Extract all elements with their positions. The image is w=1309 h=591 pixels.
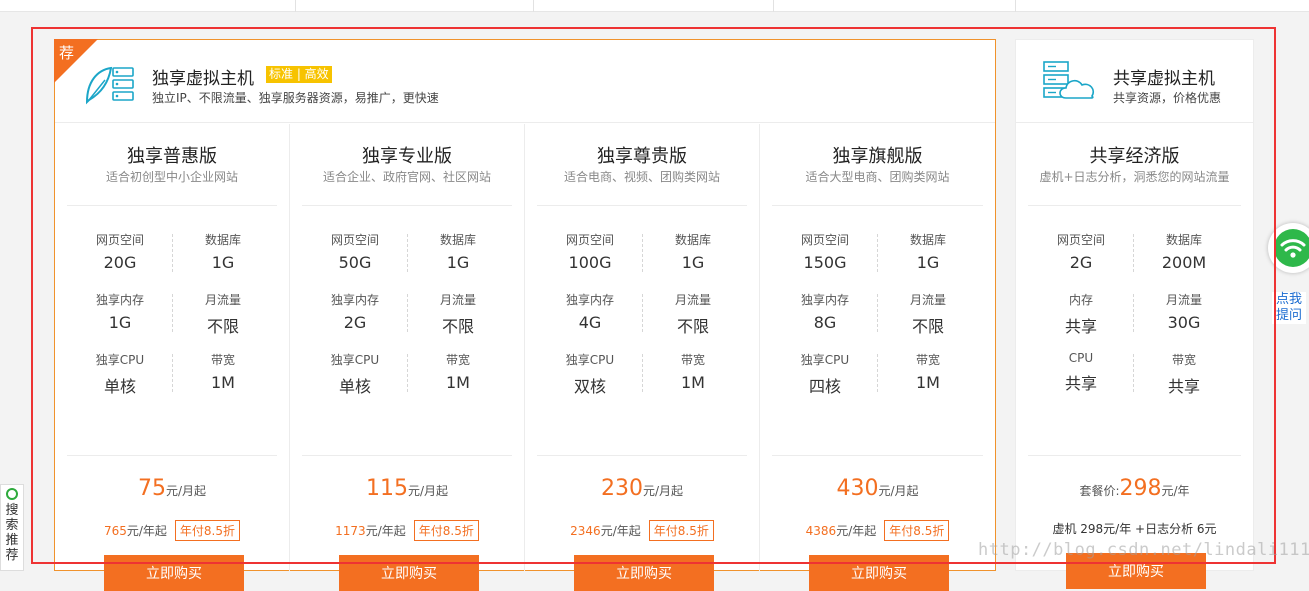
exclusive-hosting-panel: 荐 独享虚拟主机 标准 | 高效 独立IP、不限流量、独享服务器资源，易推广，更…: [54, 39, 996, 591]
search-recommend-label: 搜索推荐: [5, 503, 19, 563]
spec-web-space: 网页空间 150G: [800, 233, 849, 272]
plan-price: 115元/月起: [365, 476, 449, 501]
plan-subtitle: 适合企业、政府官网、社区网站: [322, 170, 491, 184]
plan-subtitle: 适合大型电商、团购类网站: [805, 170, 950, 184]
annual-discount-badge: 年付8.5折: [413, 520, 479, 541]
annual-discount-badge: 年付8.5折: [884, 520, 950, 541]
exclusive-panel-desc: 独立IP、不限流量、独享服务器资源，易推广，更快速: [152, 91, 439, 105]
ask-question-link[interactable]: 点我提问: [1272, 292, 1306, 324]
plan-subtitle: 虚机+日志分析，洞悉您的网站流量: [1039, 170, 1230, 184]
plan-subtitle: 适合电商、视频、团购类网站: [563, 170, 720, 184]
divider: [1028, 205, 1241, 206]
top-nav-strip: [0, 0, 1309, 12]
annual-discount-badge: 年付8.5折: [648, 520, 714, 541]
spec-exclusive-memory: 独享内存 4G: [565, 293, 614, 332]
divider: [537, 205, 747, 206]
spec-memory: 内存 共享: [1064, 293, 1097, 336]
plan-card-premium: 独享尊贵版适合电商、视频、团购类网站网页空间 100G 数据库 1G 独享内存 4G 月流量…: [525, 124, 760, 591]
divider: [772, 205, 983, 206]
plan-card-shared: 共享经济版 虚机+日志分析，洞悉您的网站流量 网页空间 2G 数据库 200M 内存…: [1016, 124, 1253, 589]
spec-monthly-traffic: 月流量 30G: [1165, 293, 1202, 332]
blog-watermark: http://blog.csdn.net/lindali1115: [978, 540, 1309, 560]
spec-database: 数据库 1G: [439, 233, 476, 272]
buy-now-button[interactable]: 立即购买: [104, 555, 244, 591]
plan-price: 230元/月起: [600, 476, 684, 501]
spec-exclusive-cpu: 独享CPU 单核: [330, 353, 380, 396]
search-recommend-tab[interactable]: 搜索推荐: [0, 484, 24, 571]
plan-name: 独享旗舰版: [832, 146, 923, 167]
spec-exclusive-memory: 独享内存 2G: [330, 293, 379, 332]
divider: [537, 455, 747, 456]
plan-yearly-price: 2346元/年起 年付8.5折: [525, 520, 759, 541]
plan-subtitle: 适合初创型中小企业网站: [105, 170, 238, 184]
buy-now-button[interactable]: 立即购买: [574, 555, 714, 591]
spec-bandwidth: 带宽 1M: [680, 353, 705, 392]
buy-now-button[interactable]: 立即购买: [809, 555, 949, 591]
spec-web-space: 网页空间 2G: [1056, 233, 1105, 272]
plan-price: 430元/月起: [836, 476, 919, 501]
plan-card-professional: 独享专业版适合企业、政府官网、社区网站网页空间 50G 数据库 1G 独享内存 2G 月流量…: [290, 124, 525, 591]
shared-panel-desc: 共享资源，价格优惠: [1113, 91, 1222, 105]
spec-exclusive-cpu: 独享CPU 单核: [95, 353, 145, 396]
recommend-ribbon-label: 荐: [59, 44, 75, 62]
plan-yearly-price: 1173元/年起 年付8.5折: [290, 520, 524, 541]
spec-database: 数据库 1G: [909, 233, 946, 272]
online-service-button[interactable]: [1268, 223, 1309, 273]
spec-web-space: 网页空间 50G: [330, 233, 379, 272]
divider: [302, 455, 512, 456]
spec-monthly-traffic: 月流量 不限: [204, 293, 241, 336]
plan-price-detail: 虚机 298元/年 +日志分析 6元: [1052, 522, 1217, 536]
spec-database: 数据库 200M: [1161, 233, 1207, 272]
spec-bandwidth: 带宽 共享: [1167, 353, 1200, 396]
spec-monthly-traffic: 月流量 不限: [439, 293, 476, 336]
spec-database: 数据库 1G: [204, 233, 241, 272]
buy-now-button[interactable]: 立即购买: [339, 555, 479, 591]
plan-name: 独享尊贵版: [597, 146, 687, 167]
plan-card-flagship: 独享旗舰版适合大型电商、团购类网站网页空间 150G 数据库 1G 独享内存 8G 月流量不…: [760, 124, 995, 591]
spec-exclusive-memory: 独享内存 1G: [95, 293, 144, 332]
spec-database: 数据库 1G: [674, 233, 711, 272]
divider: [67, 455, 277, 456]
divider: [1028, 455, 1241, 456]
spec-exclusive-memory: 独享内存 8G: [800, 293, 849, 332]
exclusive-panel-header: 独享虚拟主机 标准 | 高效 独立IP、不限流量、独享服务器资源，易推广，更快速: [55, 40, 995, 123]
divider: [67, 205, 277, 206]
plan-name: 共享经济版: [1089, 146, 1180, 167]
spec-exclusive-cpu: 独享CPU 双核: [565, 353, 615, 396]
annual-discount-badge: 年付8.5折: [174, 520, 241, 541]
plan-yearly-price: 4386元/年起 年付8.5折: [760, 520, 995, 541]
server-cloud-icon: [1043, 61, 1095, 99]
plan-name: 独享专业版: [362, 146, 452, 167]
quality-tags-badge: 标准 | 高效: [266, 66, 332, 83]
spec-exclusive-cpu: 独享CPU 四核: [800, 353, 850, 396]
search-ring-icon: [6, 488, 18, 500]
plan-yearly-price: 765元/年起 年付8.5折: [55, 520, 289, 541]
wifi-icon: [1274, 229, 1309, 267]
plan-card-basic: 独享普惠版适合初创型中小企业网站网页空间 20G 数据库 1G 独享内存 1G 月流量 不限独…: [55, 124, 290, 591]
plan-name: 独享普惠版: [127, 146, 217, 167]
plan-price: 套餐价:298元/年: [1079, 476, 1190, 501]
divider: [302, 205, 512, 206]
spec-monthly-traffic: 月流量 不限: [674, 293, 711, 336]
spec-bandwidth: 带宽 1M: [915, 353, 940, 392]
spec-cpu: CPU 共享: [1064, 351, 1097, 393]
spec-bandwidth: 带宽 1M: [210, 353, 235, 392]
shared-hosting-panel: 共享虚拟主机 共享资源，价格优惠 共享经济版 虚机+日志分析，洞悉您的网站流量 …: [1015, 39, 1254, 589]
spec-bandwidth: 带宽 1M: [445, 353, 470, 392]
exclusive-panel-title: 独享虚拟主机: [152, 69, 254, 89]
shared-panel-title: 共享虚拟主机: [1113, 69, 1215, 89]
spec-web-space: 网页空间 20G: [95, 233, 144, 272]
plan-price: 75元/月起: [137, 476, 207, 501]
divider: [772, 455, 983, 456]
shared-panel-header: 共享虚拟主机 共享资源，价格优惠: [1016, 40, 1253, 123]
spec-monthly-traffic: 月流量 不限: [909, 293, 946, 336]
leaf-server-icon: [85, 66, 134, 105]
spec-web-space: 网页空间 100G: [565, 233, 614, 272]
